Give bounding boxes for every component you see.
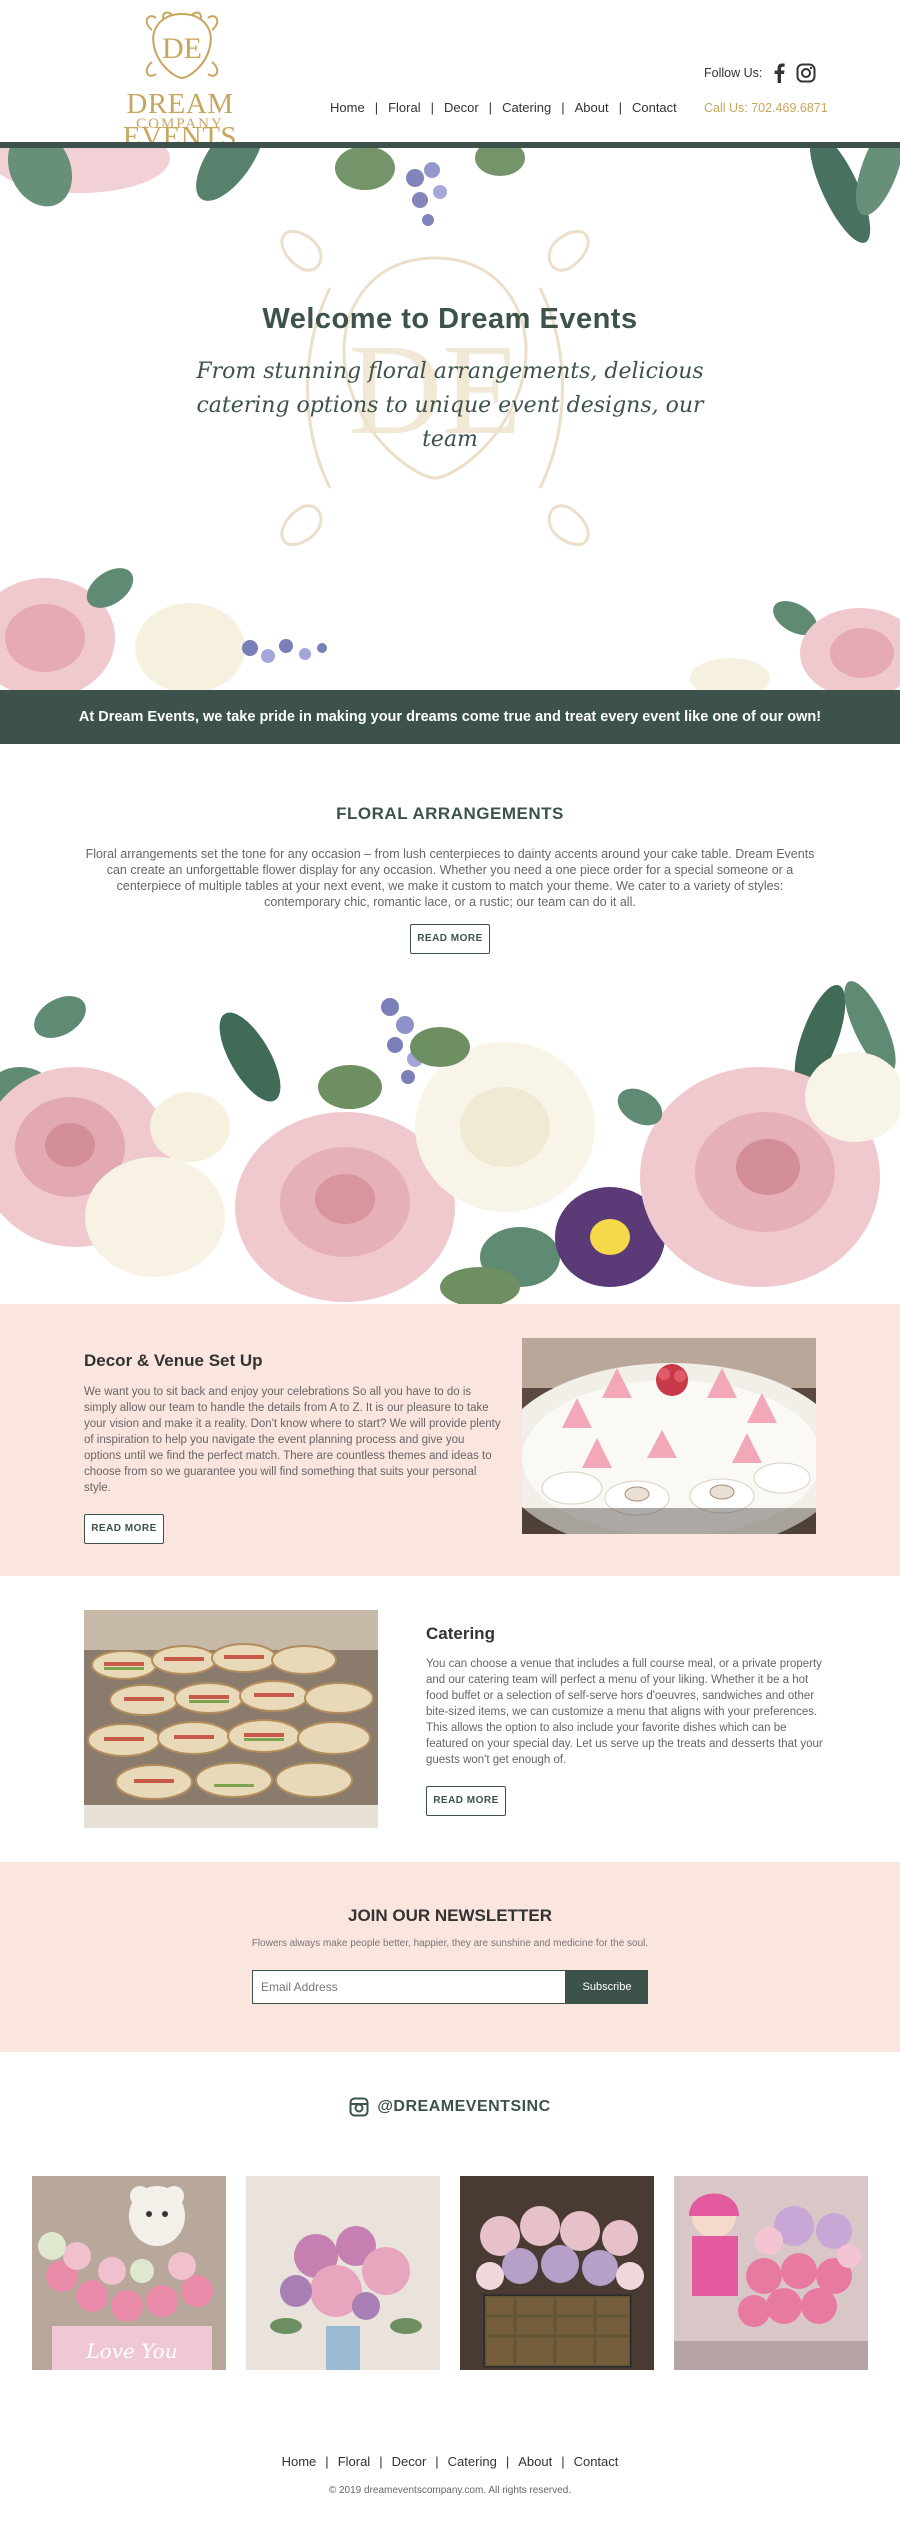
gallery-photo-peony-bouquet[interactable] [246,2176,440,2370]
nav-separator: | [561,100,565,115]
gallery-photo-doll-arrangement[interactable] [674,2176,868,2370]
newsletter-subtitle: Flowers always make people better, happi… [251,1938,649,1949]
floral-heading: FLORAL ARRANGEMENTS [336,804,564,823]
catering-heading: Catering [426,1624,495,1643]
decor-read-more-button[interactable]: READ MORE [84,1514,164,1544]
nav-separator: | [618,100,622,115]
decor-section: Decor & Venue Set Up We want you to sit … [0,1304,900,1576]
follow-us: Follow Us: [704,63,816,83]
floral-illustration [0,967,900,1304]
floral-description: Floral arrangements set the tone for any… [85,847,815,909]
svg-text:DE: DE [162,32,202,65]
catering-section: Catering You can choose a venue that inc… [0,1576,900,1862]
decor-heading: Decor & Venue Set Up [84,1351,263,1370]
phone-number[interactable]: Call Us: 702.469.6871 [704,101,828,115]
table-setting-photo [522,1338,816,1534]
nav-separator: | [374,100,379,115]
decor-description: We want you to sit back and enjoy your c… [84,1386,501,1494]
subscribe-button[interactable]: Subscribe [566,1970,648,2004]
footer-nav-floral[interactable]: Floral [338,2454,371,2469]
monogram-logo-icon: DE [145,11,219,80]
footer-nav-contact[interactable]: Contact [574,2454,619,2469]
gallery-photo-teddy-bear-bouquet[interactable]: Love You [32,2176,226,2370]
newsletter-section: JOIN OUR NEWSLETTER Flowers always make … [0,1862,900,2052]
hero-banner: DE Welcome to Dream Events From stunning… [0,148,900,690]
newsletter-heading: JOIN OUR NEWSLETTER [347,1906,552,1925]
nav-separator: | [561,2454,565,2469]
mission-banner: At Dream Events, we take pride in making… [0,690,900,744]
brand-tagline: COMPANY [136,116,224,132]
email-field[interactable] [252,1970,566,2004]
nav-decor[interactable]: Decor [444,100,479,115]
nav-about[interactable]: About [575,100,609,115]
nav-separator: | [435,2454,439,2469]
footer-nav-decor[interactable]: Decor [392,2454,427,2469]
catering-description: You can choose a venue that includes a f… [426,1658,823,1766]
nav-home[interactable]: Home [330,100,365,115]
footer-nav-home[interactable]: Home [282,2454,317,2469]
follow-label: Follow Us: [704,66,763,80]
nav-floral[interactable]: Floral [388,100,421,115]
nav-separator: | [379,2454,383,2469]
site-header: DE DREAM EVENTS COMPANY Home | Floral | … [0,0,900,153]
hero-title: Welcome to Dream Events [262,303,638,335]
instagram-handle[interactable]: @DREAMEVENTSINC [377,2098,550,2116]
footer-nav-catering[interactable]: Catering [448,2454,497,2469]
facebook-icon[interactable] [772,63,786,83]
main-nav: Home | Floral | Decor | Catering | About… [330,100,677,115]
floral-read-more-button[interactable]: READ MORE [410,924,490,954]
nav-separator: | [505,2454,510,2469]
logo[interactable]: DE DREAM EVENTS COMPANY [80,10,280,153]
nav-separator: | [325,2454,329,2469]
rose-bouquet-image [0,967,900,1304]
gallery-photo-rose-basket[interactable] [460,2176,654,2370]
instagram-header: @DREAMEVENTSINC [0,2094,900,2120]
footer-nav: Home | Floral | Decor | Catering | About… [0,2454,900,2469]
svg-text:Love You: Love You [85,2339,177,2363]
catering-read-more-button[interactable]: READ MORE [426,1786,506,1816]
sandwich-platter-photo [84,1610,378,1828]
hero-subtitle: From stunning floral arrangements, delic… [196,359,704,452]
instagram-icon[interactable] [349,2097,369,2117]
nav-contact[interactable]: Contact [632,100,677,115]
nav-separator: | [488,100,493,115]
instagram-icon[interactable] [796,63,816,83]
footer-nav-about[interactable]: About [518,2454,552,2469]
copyright-notice: © 2019 dreameventscompany.com. All right… [328,2485,572,2496]
nav-separator: | [430,100,434,115]
nav-catering[interactable]: Catering [502,100,551,115]
page: DE DREAM EVENTS COMPANY Home | Floral | … [0,0,900,2526]
